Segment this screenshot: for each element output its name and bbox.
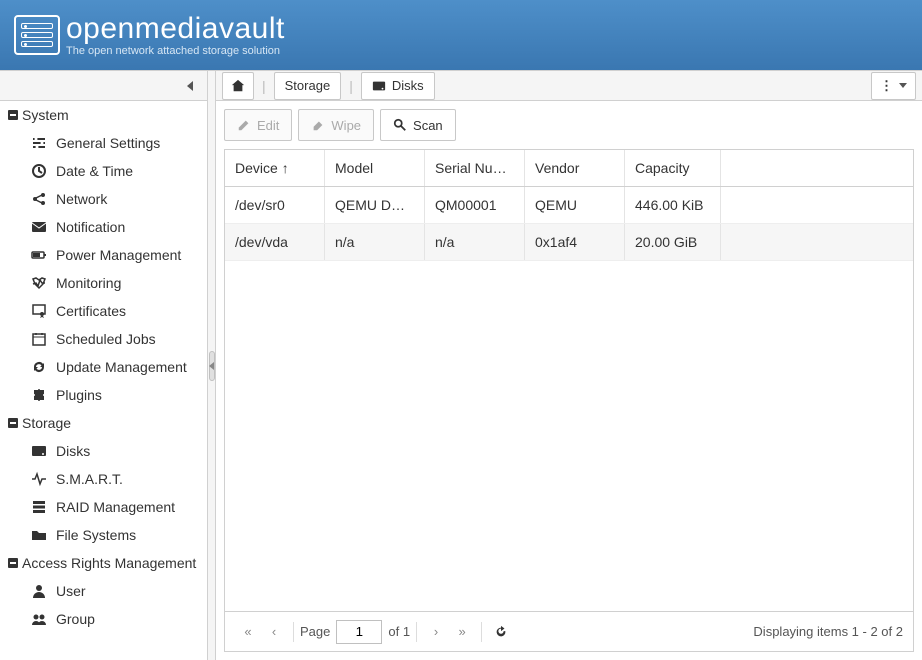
breadcrumb-disks[interactable]: Disks — [361, 72, 435, 100]
pager-summary: Displaying items 1 - 2 of 2 — [753, 624, 903, 639]
table-cell: 446.00 KiB — [625, 187, 721, 223]
pencil-icon — [237, 118, 251, 132]
column-header[interactable]: Capacity — [625, 150, 721, 186]
pager-of-label: of 1 — [388, 624, 410, 639]
pager-next[interactable]: › — [423, 619, 449, 645]
pager-prev[interactable]: ‹ — [261, 619, 287, 645]
table-row[interactable]: /dev/vdan/an/a0x1af420.00 GiB — [225, 224, 913, 261]
collapse-icon — [8, 418, 18, 428]
sidebar-item[interactable]: User — [0, 577, 207, 605]
refresh-icon — [494, 625, 508, 639]
grid-body: /dev/sr0QEMU DVD...QM00001QEMU446.00 KiB… — [225, 187, 913, 611]
sidebar-item[interactable]: Certificates — [0, 297, 207, 325]
user-icon — [30, 583, 48, 599]
table-cell: /dev/vda — [225, 224, 325, 260]
pager-refresh[interactable] — [488, 619, 514, 645]
table-cell: n/a — [325, 224, 425, 260]
sidebar-item[interactable]: Monitoring — [0, 269, 207, 297]
share-icon — [30, 191, 48, 207]
collapse-icon — [8, 110, 18, 120]
table-cell: QM00001 — [425, 187, 525, 223]
brand-subtitle: The open network attached storage soluti… — [66, 46, 285, 57]
hdd-icon — [372, 79, 386, 93]
edit-button[interactable]: Edit — [224, 109, 292, 141]
column-header[interactable]: Vendor — [525, 150, 625, 186]
pulse-icon — [30, 471, 48, 487]
sliders-icon — [30, 135, 48, 151]
table-cell: n/a — [425, 224, 525, 260]
column-header[interactable]: Device↑ — [225, 150, 325, 186]
folder-icon — [30, 527, 48, 543]
heart-icon — [30, 275, 48, 291]
breadcrumb-home[interactable] — [222, 72, 254, 100]
column-header[interactable]: Model — [325, 150, 425, 186]
grid-header: Device↑ModelSerial Num...VendorCapacity — [225, 150, 913, 187]
grid-pager: « ‹ Page of 1 › » Displaying items 1 - 2… — [225, 611, 913, 651]
sidebar-item[interactable]: File Systems — [0, 521, 207, 549]
sidebar-item[interactable]: Plugins — [0, 381, 207, 409]
sidebar-item[interactable]: General Settings — [0, 129, 207, 157]
sidebar-group[interactable]: Access Rights Management — [0, 549, 207, 577]
breadcrumb-sep: | — [345, 78, 357, 94]
hdd-icon — [30, 443, 48, 459]
logo-icon — [14, 15, 60, 55]
breadcrumb-storage[interactable]: Storage — [274, 72, 342, 100]
table-cell: 20.00 GiB — [625, 224, 721, 260]
sidebar-item[interactable]: Notification — [0, 213, 207, 241]
table-cell: /dev/sr0 — [225, 187, 325, 223]
chevron-left-icon — [187, 81, 193, 91]
stack-icon — [30, 499, 48, 515]
cal-icon — [30, 331, 48, 347]
sort-asc-icon: ↑ — [282, 160, 289, 176]
sidebar-collapse-button[interactable] — [0, 71, 207, 101]
sidebar-item[interactable]: S.M.A.R.T. — [0, 465, 207, 493]
wipe-button[interactable]: Wipe — [298, 109, 374, 141]
battery-icon — [30, 247, 48, 263]
collapse-icon — [8, 558, 18, 568]
sidebar-group[interactable]: System — [0, 101, 207, 129]
table-cell: QEMU — [525, 187, 625, 223]
column-header[interactable]: Serial Num... — [425, 150, 525, 186]
search-icon — [393, 118, 407, 132]
cert-icon — [30, 303, 48, 319]
breadcrumb-sep: | — [258, 78, 270, 94]
clock-icon — [30, 163, 48, 179]
sidebar-item[interactable]: Power Management — [0, 241, 207, 269]
sidebar-item[interactable]: Disks — [0, 437, 207, 465]
table-row[interactable]: /dev/sr0QEMU DVD...QM00001QEMU446.00 KiB — [225, 187, 913, 224]
eraser-icon — [311, 118, 325, 132]
disks-grid: Device↑ModelSerial Num...VendorCapacity … — [224, 149, 914, 652]
pager-first[interactable]: « — [235, 619, 261, 645]
breadcrumb-bar: | Storage | Disks ⋮ — [216, 71, 922, 101]
app-banner: openmediavault The open network attached… — [0, 0, 922, 70]
toolbar: Edit Wipe Scan — [224, 109, 914, 141]
sidebar-tree[interactable]: SystemGeneral SettingsDate & TimeNetwork… — [0, 101, 207, 660]
sidebar-item[interactable]: Network — [0, 185, 207, 213]
brand-title: openmediavault — [66, 14, 285, 44]
puzzle-icon — [30, 387, 48, 403]
sidebar-item[interactable]: Scheduled Jobs — [0, 325, 207, 353]
sidebar-item[interactable]: Date & Time — [0, 157, 207, 185]
sidebar-group[interactable]: Storage — [0, 409, 207, 437]
splitter-handle[interactable] — [208, 71, 216, 660]
pager-last[interactable]: » — [449, 619, 475, 645]
sidebar-item[interactable]: Group — [0, 605, 207, 633]
refresh-icon — [30, 359, 48, 375]
table-cell: QEMU DVD... — [325, 187, 425, 223]
pager-page-label: Page — [300, 624, 330, 639]
sidebar-item[interactable]: RAID Management — [0, 493, 207, 521]
sidebar-item[interactable]: Update Management — [0, 353, 207, 381]
pager-page-input[interactable] — [336, 620, 382, 644]
scan-button[interactable]: Scan — [380, 109, 456, 141]
kebab-icon: ⋮ — [880, 78, 893, 94]
page-menu-button[interactable]: ⋮ — [871, 72, 916, 100]
chevron-down-icon — [899, 83, 907, 88]
group-icon — [30, 611, 48, 627]
table-cell: 0x1af4 — [525, 224, 625, 260]
mail-icon — [30, 219, 48, 235]
home-icon — [231, 79, 245, 93]
